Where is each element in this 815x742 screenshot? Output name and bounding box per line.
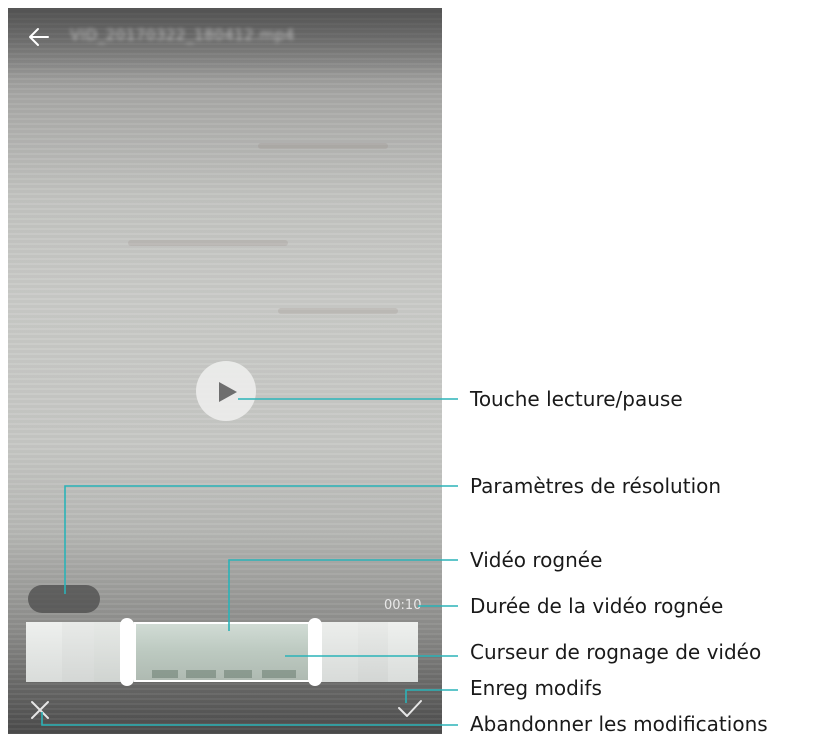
callout-crop-slider: Curseur de rognage de vidéo: [470, 640, 762, 664]
callout-leader-lines: [41, 398, 458, 726]
callout-resolution: Paramètres de résolution: [470, 474, 722, 498]
callout-play-pause: Touche lecture/pause: [470, 387, 683, 411]
callout-cropped-video: Vidéo rognée: [470, 548, 603, 572]
callout-cropped-duration: Durée de la vidéo rognée: [470, 594, 724, 618]
callout-save: Enreg modifs: [470, 676, 602, 700]
callout-discard: Abandonner les modifications: [470, 712, 768, 736]
